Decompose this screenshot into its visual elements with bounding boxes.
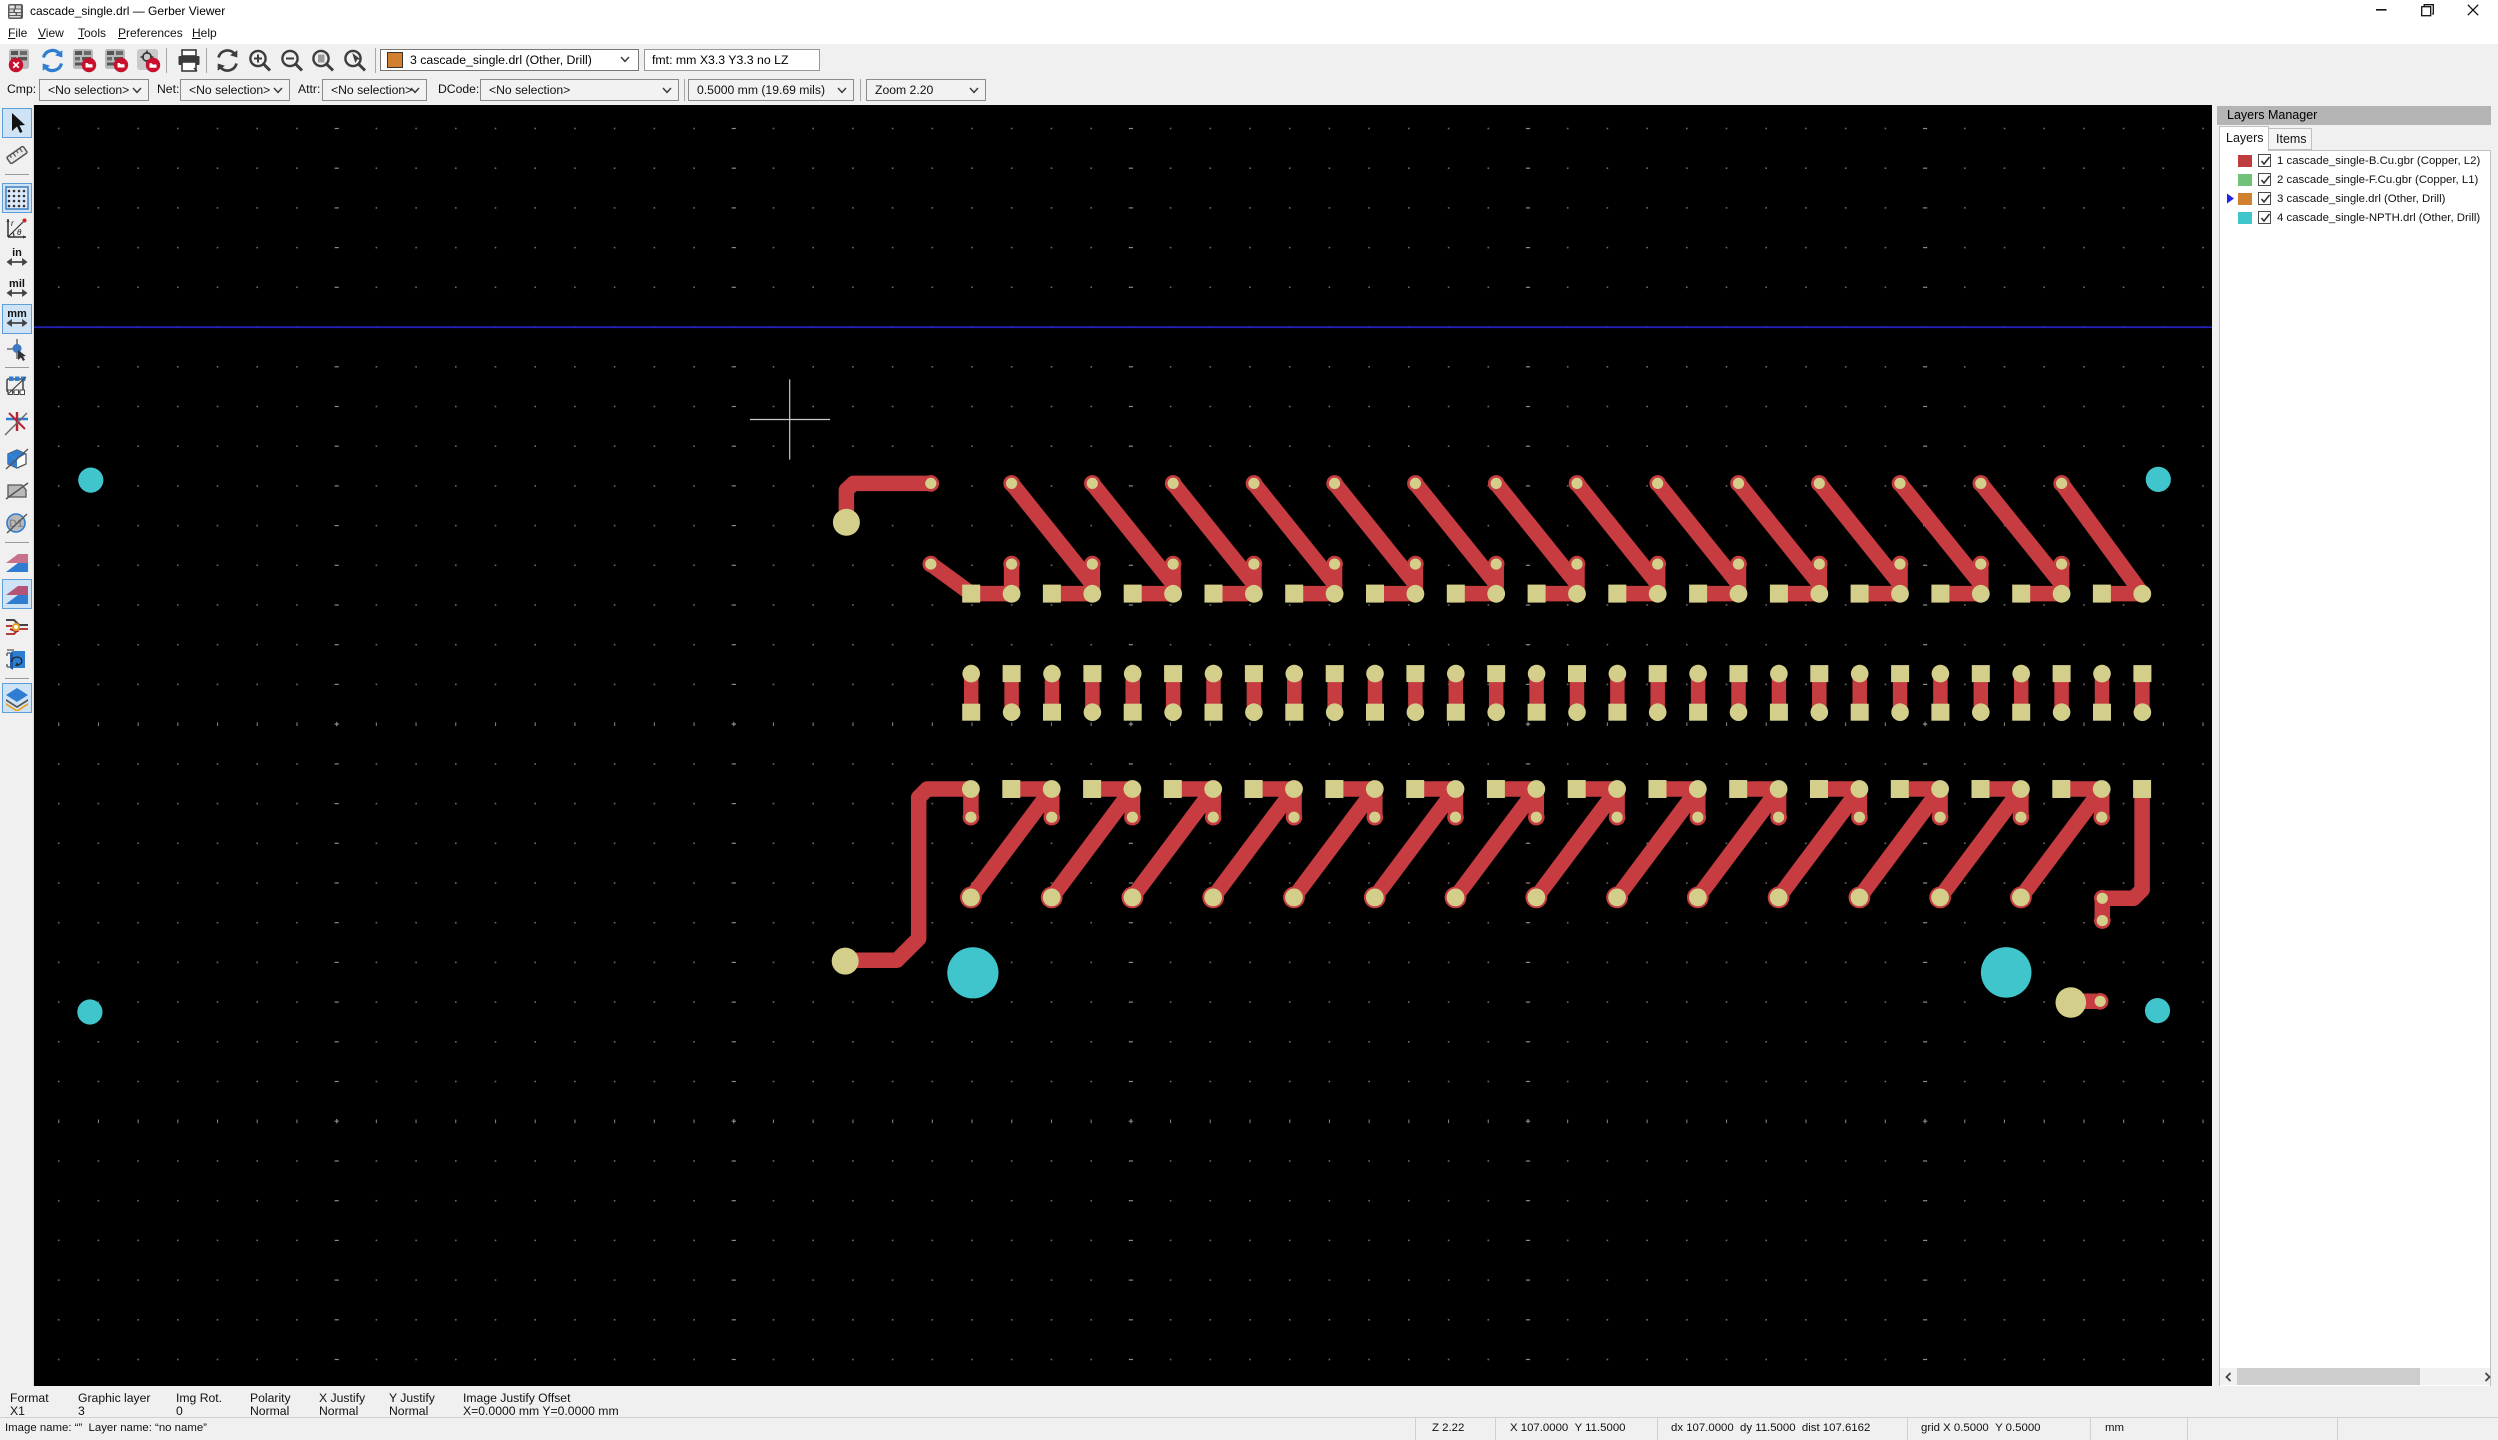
svg-text:mil: mil xyxy=(9,278,25,290)
svg-text:r: r xyxy=(11,219,14,228)
svg-text:θ: θ xyxy=(17,228,22,237)
svg-text:in: in xyxy=(12,247,22,259)
svg-text:mm: mm xyxy=(7,308,27,320)
